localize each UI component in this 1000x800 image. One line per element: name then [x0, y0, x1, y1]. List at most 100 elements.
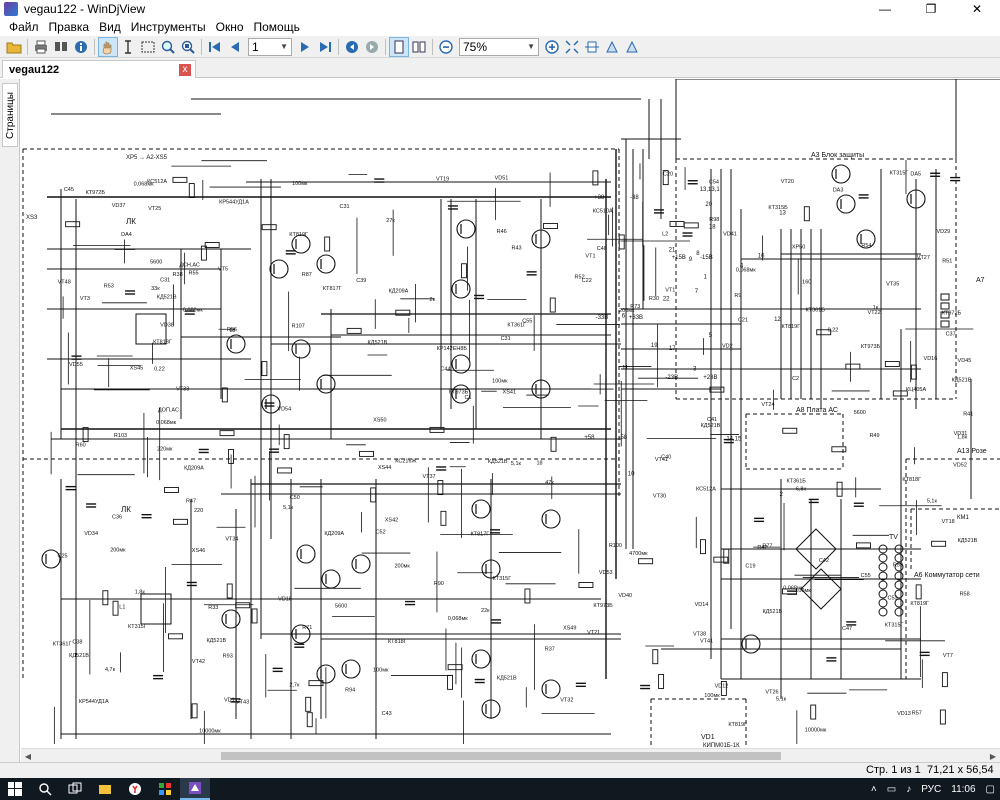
part-label: VT38: [693, 631, 706, 637]
resistor-symbol: [461, 263, 467, 279]
part-label: R58: [960, 592, 970, 598]
fit-page-icon[interactable]: [562, 37, 582, 57]
part-label: КТ819Г: [781, 324, 800, 330]
part-label: КТ973Б: [593, 603, 613, 609]
part-label: 5,1к: [927, 499, 938, 505]
part-label: 5,1к: [511, 461, 522, 467]
part-label: КТ819Г: [910, 601, 929, 607]
single-page-icon[interactable]: [389, 36, 409, 57]
pin-label: 17: [669, 346, 676, 352]
clock[interactable]: 11:06: [951, 784, 975, 795]
part-label: R42: [757, 545, 767, 551]
part-label: VD37: [112, 203, 126, 209]
last-page-icon[interactable]: [315, 37, 335, 57]
menu-file[interactable]: Файл: [4, 20, 44, 34]
menu-view[interactable]: Вид: [94, 20, 126, 34]
part-label: C2: [792, 376, 799, 382]
task-view-icon[interactable]: [60, 778, 90, 800]
zoom-rect-icon[interactable]: [178, 37, 198, 57]
restore-button[interactable]: ❐: [908, 0, 954, 18]
transistor-symbol: [541, 509, 561, 529]
resistor-symbol: [200, 245, 207, 261]
rotate-right-icon[interactable]: [622, 37, 642, 57]
menu-window[interactable]: Окно: [211, 20, 249, 34]
find-icon[interactable]: [51, 37, 71, 57]
menu-help[interactable]: Помощь: [249, 20, 305, 34]
part-label: 0,068мк: [156, 420, 177, 426]
menu-tools[interactable]: Инструменты: [126, 20, 211, 34]
document-tab[interactable]: vegau122 x: [2, 60, 196, 78]
yandex-browser-icon[interactable]: [120, 778, 150, 800]
windjview-taskbar-icon[interactable]: [180, 778, 210, 800]
part-label: 5600: [150, 259, 162, 265]
part-label: КД521В: [497, 676, 517, 682]
pin-label: 3: [693, 367, 697, 373]
part-label: 5600: [854, 410, 866, 416]
schematic-page[interactable]: А3 Блок защиты А8 Плата АС А6 Коммутатор с…: [21, 79, 1000, 748]
horizontal-scrollbar[interactable]: ◀ ▶: [21, 748, 1000, 762]
resistor-symbol: [65, 221, 81, 228]
scroll-left-icon[interactable]: ◀: [21, 749, 35, 763]
part-label: XS44: [378, 465, 391, 471]
part-label: 0,068мк: [183, 307, 204, 313]
scrollbar-thumb[interactable]: [221, 752, 781, 760]
facing-pages-icon[interactable]: [409, 37, 429, 57]
pin-label: 10: [628, 471, 635, 477]
minimize-button[interactable]: —: [862, 0, 908, 18]
start-icon[interactable]: [0, 778, 30, 800]
app-grid-icon[interactable]: [150, 778, 180, 800]
page-number-field[interactable]: 1 ▼: [248, 37, 292, 56]
part-label: L1: [119, 605, 125, 611]
zoom-tool-icon[interactable]: [158, 37, 178, 57]
part-label: ДСН.АС: [179, 262, 200, 268]
part-label: КР544УД1А: [219, 199, 249, 205]
language-indicator[interactable]: РУС: [921, 784, 941, 795]
menu-edit[interactable]: Правка: [44, 20, 95, 34]
side-panel: Страницы: [0, 79, 20, 764]
next-page-icon[interactable]: [295, 37, 315, 57]
part-label: КД521В: [701, 423, 721, 429]
zoom-out-icon[interactable]: [436, 37, 456, 57]
forward-icon[interactable]: [362, 37, 382, 57]
zoom-in-icon[interactable]: [542, 37, 562, 57]
file-explorer-icon[interactable]: [90, 778, 120, 800]
back-icon[interactable]: [342, 37, 362, 57]
resistor-symbol: [440, 510, 447, 526]
part-label: VD41: [723, 231, 737, 237]
transformer-coil: [878, 562, 888, 572]
zoom-level-field[interactable]: 75% ▼: [459, 37, 539, 56]
notifications-icon[interactable]: ▢: [986, 784, 995, 795]
part-label: КД521В: [952, 377, 972, 383]
part-label: VD54: [277, 406, 291, 412]
chevron-up-icon[interactable]: ˄: [871, 784, 877, 795]
lk-top-label: ЛК: [126, 217, 136, 226]
part-label: VT21: [587, 630, 600, 636]
part-label: 1,8к: [135, 590, 146, 596]
search-icon[interactable]: [30, 778, 60, 800]
hand-tool-icon[interactable]: [98, 36, 118, 57]
rect-select-icon[interactable]: [138, 37, 158, 57]
pages-panel-tab[interactable]: Страницы: [2, 83, 18, 147]
document-tab-label: vegau122: [9, 63, 60, 76]
part-label: VT18: [942, 519, 955, 525]
part-label: VD1: [224, 697, 235, 703]
scroll-right-icon[interactable]: ▶: [986, 749, 1000, 763]
info-icon[interactable]: [71, 37, 91, 57]
transistor-symbol: [741, 634, 761, 654]
resistor-symbol: [168, 633, 183, 640]
text-select-icon[interactable]: [118, 37, 138, 57]
network-icon[interactable]: ▭: [887, 784, 896, 795]
close-tab-icon[interactable]: x: [179, 64, 191, 76]
part-label: 6,8к: [796, 487, 807, 493]
fit-width-icon[interactable]: [582, 37, 602, 57]
prev-page-icon[interactable]: [225, 37, 245, 57]
print-icon[interactable]: [31, 37, 51, 57]
volume-icon[interactable]: ♪: [906, 784, 911, 795]
close-button[interactable]: ✕: [954, 0, 1000, 18]
open-folder-icon[interactable]: [4, 37, 24, 57]
part-label: C52: [376, 530, 386, 536]
document-viewer[interactable]: А3 Блок защиты А8 Плата АС А6 Коммутатор с…: [21, 79, 1000, 748]
part-label: КР142ЕН8Б: [437, 346, 468, 352]
first-page-icon[interactable]: [205, 37, 225, 57]
rotate-left-icon[interactable]: [602, 37, 622, 57]
